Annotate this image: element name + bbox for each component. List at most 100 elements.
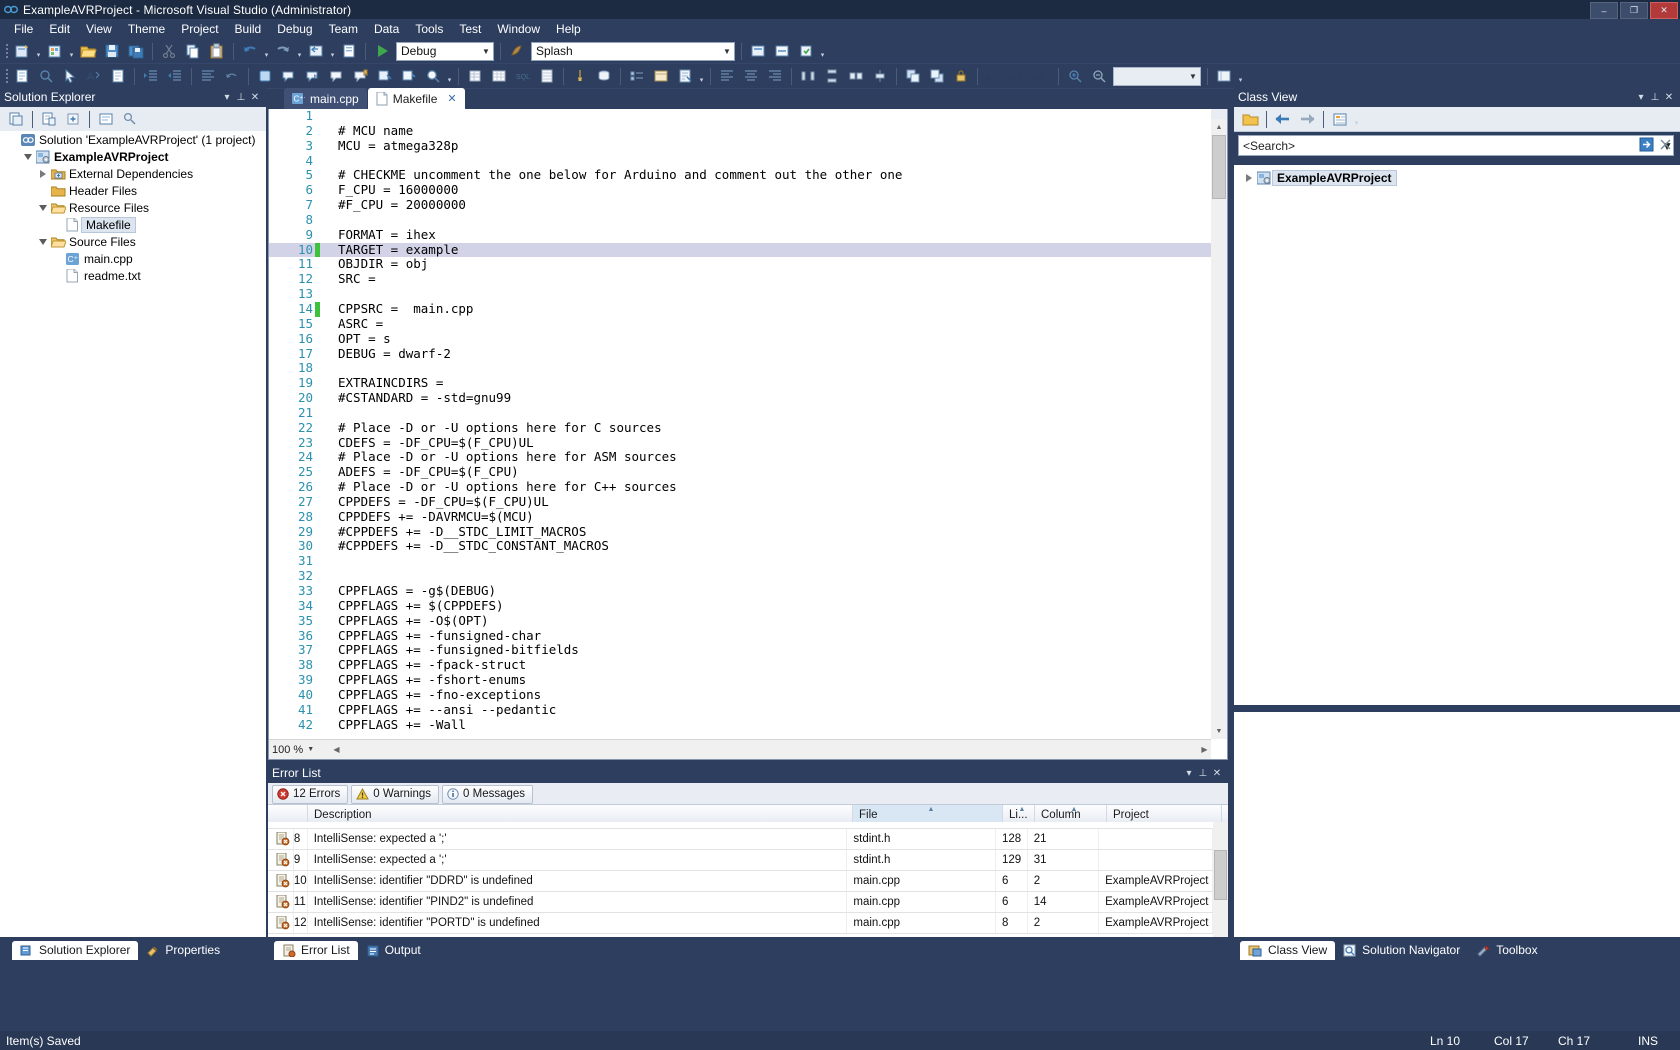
error-list-scrollbar[interactable] <box>1213 822 1228 937</box>
code-line[interactable]: 41CPPFLAGS += --ansi --pedantic <box>269 703 1211 718</box>
panel-close-icon[interactable]: ✕ <box>248 92 262 103</box>
toggle-outline-icon[interactable] <box>374 66 396 87</box>
dock-tab-solution-explorer[interactable]: Solution Explorer <box>12 941 138 960</box>
menu-tools[interactable]: Tools <box>407 20 451 38</box>
menu-edit[interactable]: Edit <box>41 20 78 38</box>
toolbar-icon-c[interactable] <box>795 41 817 62</box>
comment-block-icon[interactable] <box>107 66 129 87</box>
toolbar2-overflow3-icon[interactable]: ▾ <box>1236 64 1245 88</box>
db-table2-icon[interactable] <box>536 66 558 87</box>
error-list-close-icon[interactable]: ✕ <box>1210 768 1224 779</box>
dock-tab-class-view[interactable]: Class View <box>1240 941 1335 960</box>
class-view-settings-dropdown-icon[interactable]: ▾ <box>1352 107 1361 131</box>
order-front-icon[interactable] <box>902 66 924 87</box>
code-line[interactable]: 12SRC = <box>269 272 1211 287</box>
platform-combo[interactable]: Splash ▼ <box>531 42 735 61</box>
code-line[interactable]: 32 <box>269 569 1211 584</box>
code-line[interactable]: 34CPPFLAGS += $(CPPDEFS) <box>269 599 1211 614</box>
script-icon[interactable] <box>674 66 696 87</box>
distribute-v-icon[interactable] <box>821 66 843 87</box>
navigate-backward-icon[interactable] <box>305 41 327 62</box>
code-line[interactable]: 21 <box>269 406 1211 421</box>
align-left-icon[interactable] <box>716 66 738 87</box>
solution-tree[interactable]: Solution 'ExampleAVRProject' (1 project)… <box>0 131 266 937</box>
code-line[interactable]: 14CPPSRC = main.cpp <box>269 302 1211 317</box>
error-list-row[interactable]: 9IntelliSense: expected a ';'stdint.h129… <box>268 850 1213 871</box>
class-view-settings-icon[interactable] <box>1329 109 1351 130</box>
code-line[interactable]: 7#F_CPU = 20000000 <box>269 198 1211 213</box>
collapse-chevron-icon[interactable] <box>36 239 49 245</box>
size-equal-icon[interactable] <box>845 66 867 87</box>
toolbar2-overflow-icon[interactable]: ▾ <box>445 64 454 88</box>
display-window-icon[interactable] <box>11 66 33 87</box>
new-project-icon[interactable] <box>11 41 33 62</box>
solution-tree-item-main-cpp[interactable]: C⁺⁺main.cpp <box>0 250 266 267</box>
class-diagram-icon[interactable] <box>119 109 141 130</box>
new-project-dropdown-icon[interactable]: ▾ <box>34 39 43 63</box>
toolbox-panel-icon[interactable] <box>1213 66 1235 87</box>
editor-vertical-scrollbar[interactable]: ▲ ▼ <box>1211 109 1227 739</box>
menu-test[interactable]: Test <box>451 20 489 38</box>
class-view-search-clear-icon[interactable] <box>1657 136 1674 153</box>
code-line[interactable]: 29#CPPDEFS += -D__STDC_LIMIT_MACROS <box>269 525 1211 540</box>
forward-arrow-icon[interactable] <box>1296 109 1318 130</box>
font-a-icon[interactable]: a <box>983 66 1005 87</box>
menu-team[interactable]: Team <box>321 20 366 38</box>
toolbar-icon-a[interactable] <box>747 41 769 62</box>
class-view-tree-item[interactable]: ExampleAVRProject <box>1234 169 1680 186</box>
solution-tree-item-resource-files[interactable]: Resource Files <box>0 199 266 216</box>
menu-view[interactable]: View <box>78 20 120 38</box>
dock-tab-toolbox[interactable]: Toolbox <box>1468 941 1545 960</box>
auto-hide-pin-icon[interactable]: ⊥ <box>234 92 248 103</box>
save-all-icon[interactable] <box>125 41 147 62</box>
code-line[interactable]: 31 <box>269 554 1211 569</box>
format-lines-icon[interactable] <box>197 66 219 87</box>
class-view-pin-icon[interactable]: ⊥ <box>1648 92 1662 103</box>
find-in-files-icon[interactable] <box>506 41 528 62</box>
font-at-icon[interactable]: a⌶T <box>1007 66 1029 87</box>
dock-tab-error-list[interactable]: Error List <box>274 941 358 960</box>
code-viewport[interactable]: 12# MCU name3MCU = atmega328p45# CHECKME… <box>269 109 1211 739</box>
class-view-menu-icon[interactable]: ▾ <box>1634 92 1648 103</box>
search-magnifier-icon[interactable] <box>422 66 444 87</box>
toolbar-find-combo[interactable]: ▼ <box>1113 67 1201 86</box>
code-lines[interactable]: 12# MCU name3MCU = atmega328p45# CHECKME… <box>269 109 1211 732</box>
menu-file[interactable]: File <box>6 20 41 38</box>
code-line[interactable]: 15ASRC = <box>269 317 1211 332</box>
error-list-menu-icon[interactable]: ▾ <box>1182 768 1196 779</box>
filter-errors[interactable]: 12 Errors <box>272 785 348 804</box>
code-line[interactable]: 4 <box>269 154 1211 169</box>
scroll-down-icon[interactable]: ▼ <box>1211 723 1227 739</box>
code-line[interactable]: 40CPPFLAGS += -fno-exceptions <box>269 688 1211 703</box>
code-line[interactable]: 17DEBUG = dwarf-2 <box>269 347 1211 362</box>
expand-chevron-icon[interactable] <box>36 170 49 178</box>
back-arrow-icon[interactable] <box>1272 109 1294 130</box>
order-back-icon[interactable] <box>926 66 948 87</box>
clear-bookmarks-icon[interactable] <box>326 66 348 87</box>
code-line[interactable]: 1 <box>269 109 1211 124</box>
bookmark-window-icon[interactable] <box>350 66 372 87</box>
solution-tree-item-exampleavrproject[interactable]: ExampleAVRProject <box>0 148 266 165</box>
redo-icon[interactable] <box>272 41 294 62</box>
sql-query-icon[interactable] <box>593 66 615 87</box>
code-line[interactable]: 37CPPFLAGS += -funsigned-bitfields <box>269 643 1211 658</box>
solution-config-combo[interactable]: Debug ▼ <box>396 42 494 61</box>
properties-window-icon[interactable] <box>338 41 360 62</box>
code-line[interactable]: 10TARGET = example <box>269 243 1211 258</box>
verify-sql-icon[interactable] <box>569 66 591 87</box>
toggle-outline2-icon[interactable] <box>398 66 420 87</box>
add-item-dropdown-icon[interactable]: ▾ <box>67 39 76 63</box>
outdent-icon[interactable] <box>164 66 186 87</box>
code-line[interactable]: 2# MCU name <box>269 124 1211 139</box>
dock-tab-properties[interactable]: Properties <box>138 941 228 960</box>
code-line[interactable]: 26# Place -D or -U options here for C++ … <box>269 480 1211 495</box>
error-list-row[interactable]: 10IntelliSense: identifier "DDRD" is und… <box>268 871 1213 892</box>
cut-icon[interactable] <box>158 41 180 62</box>
solution-tree-item-external-dependencies[interactable]: External Dependencies <box>0 165 266 182</box>
code-line[interactable]: 42CPPFLAGS += -Wall <box>269 718 1211 733</box>
editor-split-handle[interactable] <box>1211 109 1227 119</box>
code-line[interactable]: 28CPPDEFS += -DAVRMCU=$(MCU) <box>269 510 1211 525</box>
open-file-icon[interactable] <box>77 41 99 62</box>
solution-tree-item-readme-txt[interactable]: readme.txt <box>0 267 266 284</box>
properties-page-icon[interactable] <box>5 109 27 130</box>
